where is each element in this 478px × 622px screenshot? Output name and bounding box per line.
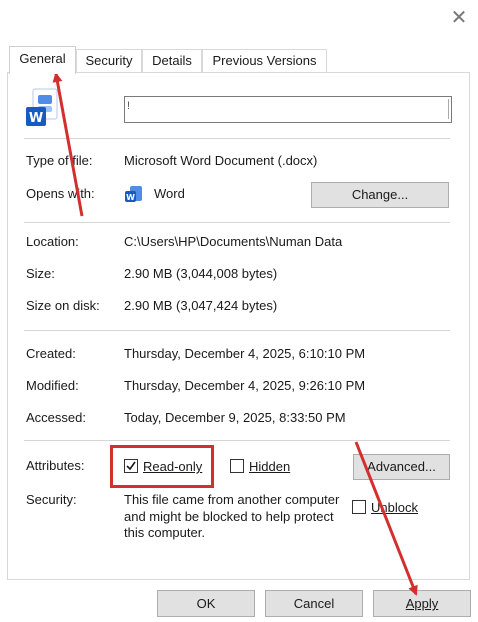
security-label: Security: bbox=[26, 492, 77, 507]
word-icon-letter: W bbox=[126, 193, 135, 202]
word-document-icon: W bbox=[25, 88, 61, 128]
word-badge-letter: W bbox=[29, 111, 43, 126]
filename-edge bbox=[448, 99, 449, 119]
location-value: C:\Users\HP\Documents\Numan Data bbox=[124, 234, 343, 249]
filename-caret: ! bbox=[127, 100, 131, 112]
modified-label: Modified: bbox=[26, 378, 79, 393]
tab-previous-versions[interactable]: Previous Versions bbox=[202, 49, 327, 73]
size-on-disk-label: Size on disk: bbox=[26, 298, 100, 313]
ok-button[interactable]: OK bbox=[157, 590, 255, 617]
word-icon: W bbox=[124, 184, 144, 204]
opens-with-label: Opens with: bbox=[26, 186, 95, 201]
modified-value: Thursday, December 4, 2025, 9:26:10 PM bbox=[124, 378, 366, 393]
unblock-label[interactable]: Unblock bbox=[371, 500, 418, 515]
cancel-button[interactable]: Cancel bbox=[265, 590, 363, 617]
read-only-highlight-box bbox=[110, 445, 214, 488]
security-text-line-2: and might be blocked to help protect bbox=[124, 509, 334, 524]
type-of-file-label: Type of file: bbox=[26, 153, 93, 168]
accessed-value: Today, December 9, 2025, 8:33:50 PM bbox=[124, 410, 346, 425]
apply-button[interactable]: Apply bbox=[373, 590, 471, 617]
advanced-button[interactable]: Advanced... bbox=[353, 454, 450, 480]
accessed-label: Accessed: bbox=[26, 410, 86, 425]
size-on-disk-value: 2.90 MB (3,047,424 bytes) bbox=[124, 298, 278, 313]
created-label: Created: bbox=[26, 346, 76, 361]
hidden-checkbox[interactable] bbox=[230, 459, 244, 473]
separator bbox=[24, 440, 450, 441]
location-label: Location: bbox=[26, 234, 79, 249]
opens-with-app: Word bbox=[154, 186, 185, 201]
change-button[interactable]: Change... bbox=[311, 182, 449, 208]
attributes-label: Attributes: bbox=[26, 458, 85, 473]
close-icon[interactable]: ✕ bbox=[446, 4, 472, 30]
type-of-file-value: Microsoft Word Document (.docx) bbox=[124, 153, 318, 168]
size-value: 2.90 MB (3,044,008 bytes) bbox=[124, 266, 278, 281]
filename-input[interactable]: ! bbox=[124, 96, 452, 123]
separator bbox=[24, 138, 450, 139]
security-text-line-3: this computer. bbox=[124, 525, 205, 540]
tab-details[interactable]: Details bbox=[142, 49, 202, 73]
created-value: Thursday, December 4, 2025, 6:10:10 PM bbox=[124, 346, 366, 361]
separator bbox=[24, 330, 450, 331]
tab-security[interactable]: Security bbox=[76, 49, 142, 73]
security-text-line-1: This file came from another computer bbox=[124, 492, 340, 507]
unblock-checkbox[interactable] bbox=[352, 500, 366, 514]
hidden-label[interactable]: Hidden bbox=[249, 459, 290, 474]
separator bbox=[24, 222, 450, 223]
size-label: Size: bbox=[26, 266, 55, 281]
tab-general[interactable]: General bbox=[9, 46, 76, 74]
